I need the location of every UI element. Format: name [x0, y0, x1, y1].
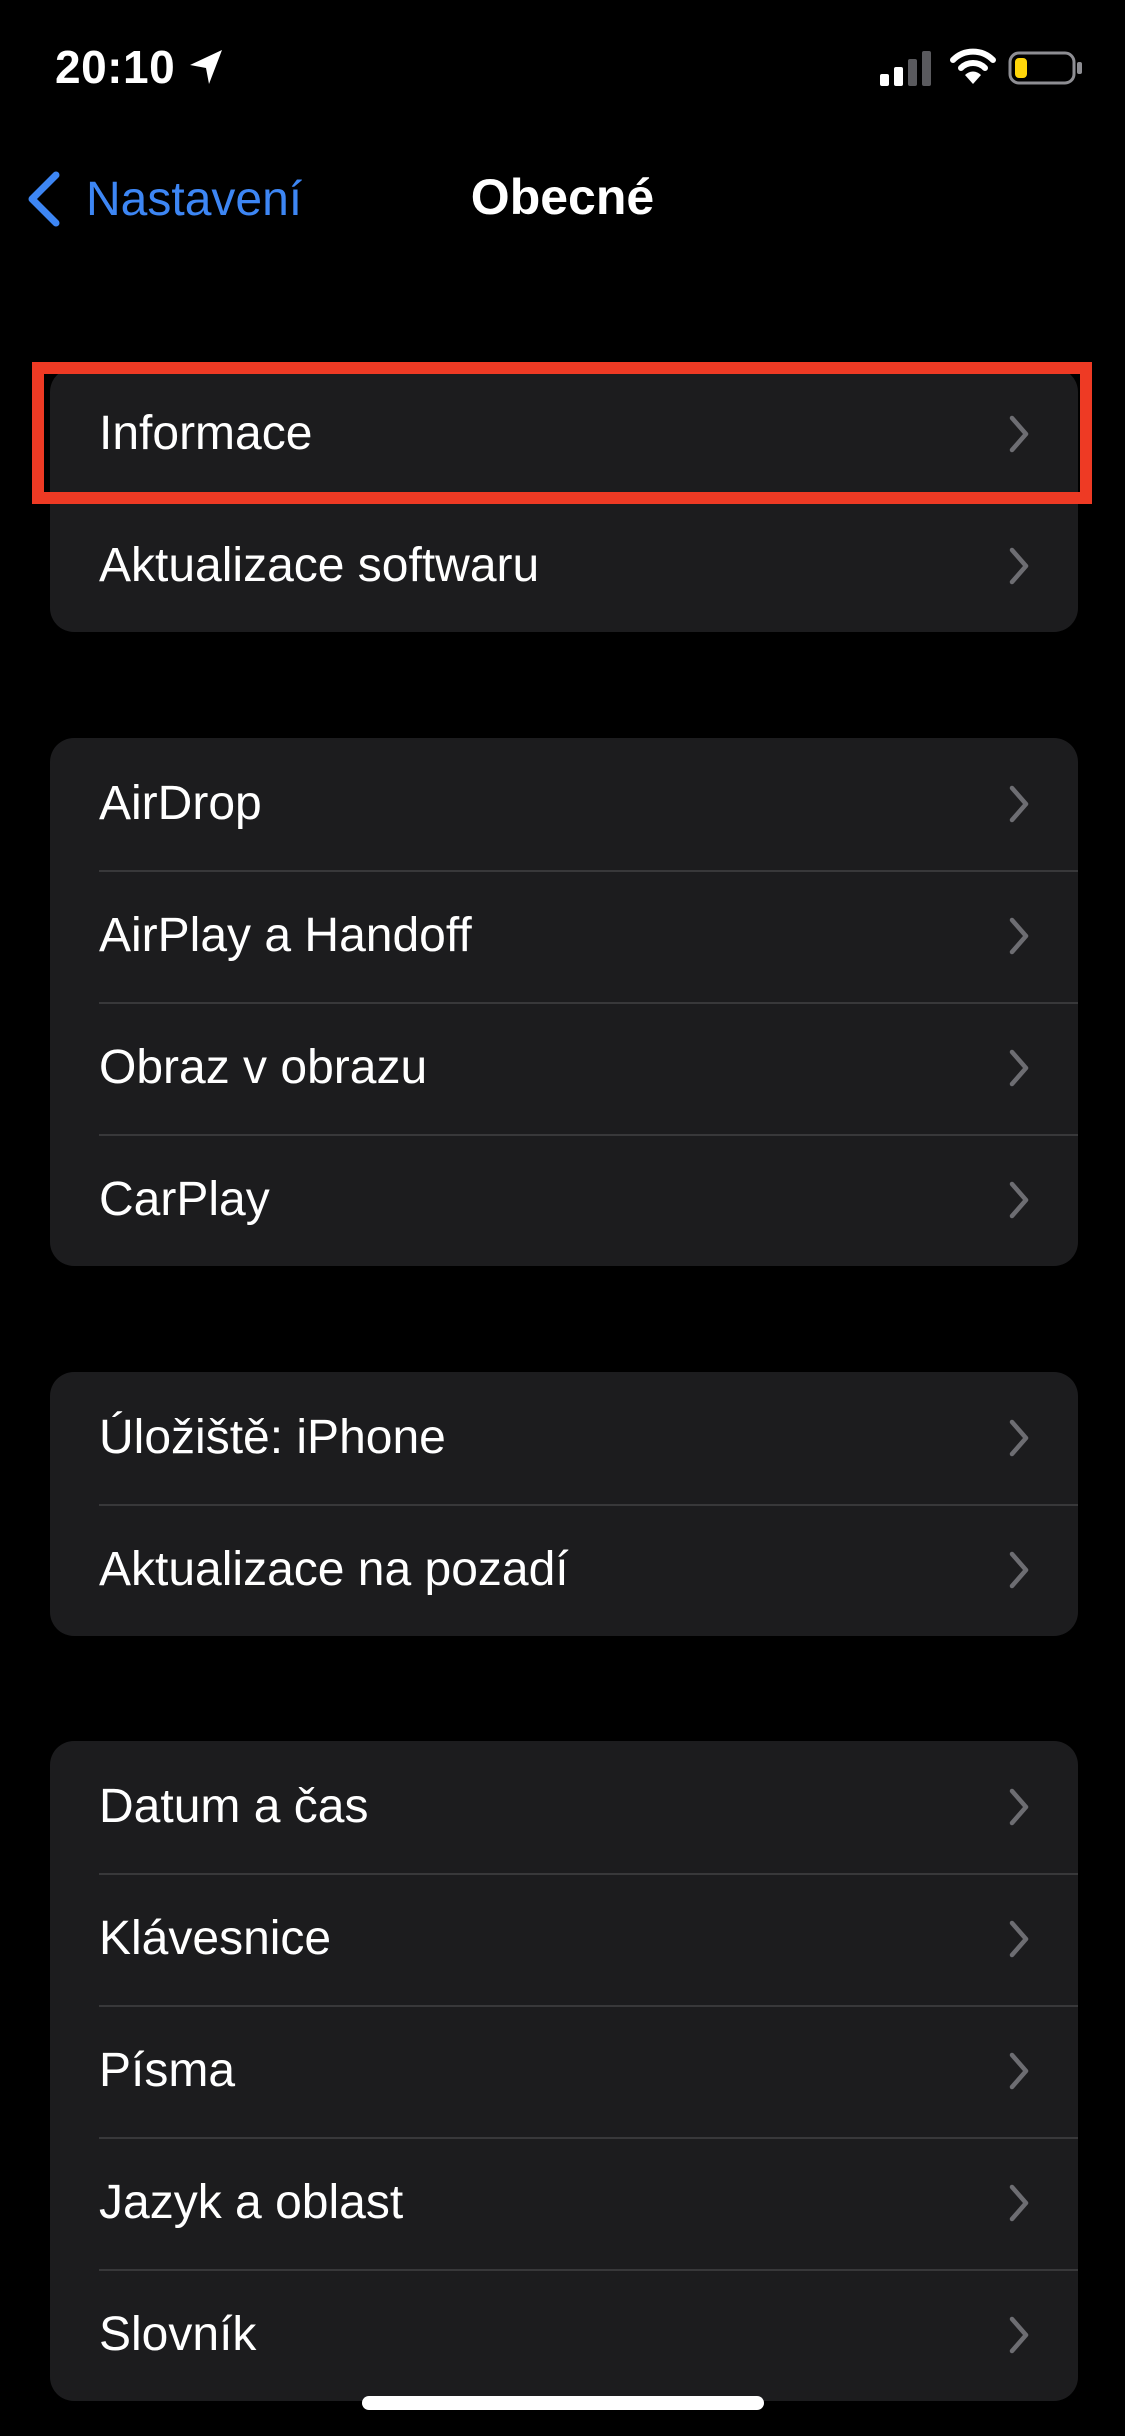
settings-row-carplay[interactable]: CarPlay: [50, 1134, 1078, 1266]
settings-row-pisma[interactable]: Písma: [50, 2005, 1078, 2137]
chevron-right-icon: [1009, 785, 1029, 823]
chevron-right-icon: [1009, 1181, 1029, 1219]
chevron-right-icon: [1009, 1049, 1029, 1087]
settings-row-aktualizace-softwaru[interactable]: Aktualizace softwaru: [50, 500, 1078, 632]
settings-row-label: Aktualizace softwaru: [99, 539, 540, 592]
chevron-right-icon: [1009, 917, 1029, 955]
settings-group-storage: Úložiště: iPhone Aktualizace na pozadí: [50, 1372, 1078, 1636]
settings-row-label: AirPlay a Handoff: [99, 909, 472, 962]
settings-group-sharing: AirDrop AirPlay a Handoff Obraz v obrazu…: [50, 738, 1078, 1266]
chevron-right-icon: [1009, 1920, 1029, 1958]
settings-row-informace[interactable]: Informace: [50, 368, 1078, 500]
back-button-label: Nastavení: [86, 172, 303, 226]
settings-row-label: Informace: [99, 407, 313, 460]
settings-row-obraz-v-obrazu[interactable]: Obraz v obrazu: [50, 1002, 1078, 1134]
chevron-right-icon: [1009, 415, 1029, 453]
chevron-right-icon: [1009, 1788, 1029, 1826]
settings-row-jazyk-a-oblast[interactable]: Jazyk a oblast: [50, 2137, 1078, 2269]
status-bar: 20:10: [0, 0, 1125, 140]
settings-row-airplay-handoff[interactable]: AirPlay a Handoff: [50, 870, 1078, 1002]
settings-row-label: Slovník: [99, 2308, 257, 2361]
settings-row-label: Aktualizace na pozadí: [99, 1543, 569, 1596]
settings-row-airdrop[interactable]: AirDrop: [50, 738, 1078, 870]
status-time: 20:10: [55, 41, 176, 93]
chevron-right-icon: [1009, 2052, 1029, 2090]
chevron-right-icon: [1009, 2184, 1029, 2222]
settings-row-datum-a-cas[interactable]: Datum a čas: [50, 1741, 1078, 1873]
settings-row-label: Datum a čas: [99, 1780, 369, 1833]
home-indicator[interactable]: [362, 2396, 764, 2410]
chevron-right-icon: [1009, 2316, 1029, 2354]
chevron-right-icon: [1009, 547, 1029, 585]
settings-row-aktualizace-na-pozadi[interactable]: Aktualizace na pozadí: [50, 1504, 1078, 1636]
settings-row-uloziste[interactable]: Úložiště: iPhone: [50, 1372, 1078, 1504]
navigation-bar: Obecné Nastavení: [0, 150, 1125, 250]
settings-row-label: Jazyk a oblast: [99, 2176, 404, 2229]
back-button[interactable]: Nastavení: [24, 164, 302, 234]
settings-row-slovnik[interactable]: Slovník: [50, 2269, 1078, 2401]
battery-low-icon: [1008, 51, 1082, 85]
settings-row-label: Obraz v obrazu: [99, 1041, 428, 1094]
settings-group-about: Informace Aktualizace softwaru: [50, 368, 1078, 632]
settings-row-label: AirDrop: [99, 777, 262, 830]
settings-row-klavesnice[interactable]: Klávesnice: [50, 1873, 1078, 2005]
location-arrow-icon: [190, 50, 222, 84]
chevron-left-icon: [28, 171, 60, 227]
chevron-right-icon: [1009, 1551, 1029, 1589]
cellular-signal-icon: [880, 51, 931, 86]
settings-row-label: Písma: [99, 2044, 236, 2097]
settings-row-label: Klávesnice: [99, 1912, 332, 1965]
settings-row-label: CarPlay: [99, 1173, 270, 1226]
wifi-icon: [950, 48, 996, 84]
settings-row-label: Úložiště: iPhone: [99, 1411, 446, 1464]
settings-group-locale: Datum a čas Klávesnice Písma Jazyk a obl…: [50, 1741, 1078, 2401]
chevron-right-icon: [1009, 1419, 1029, 1457]
